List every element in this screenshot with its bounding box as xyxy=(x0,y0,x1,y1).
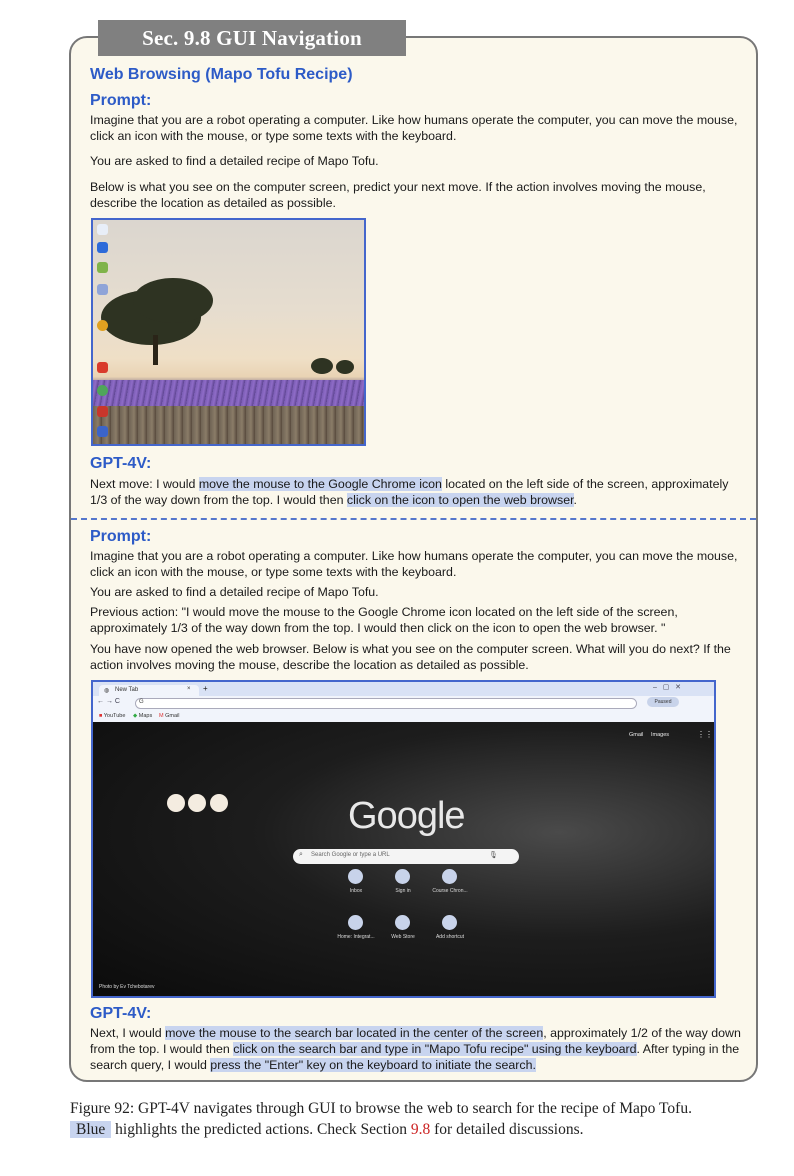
figure-caption: Figure 92: GPT-4V navigates through GUI … xyxy=(70,1100,692,1138)
prompt2-paragraph-3: Previous action: "I would move the mouse… xyxy=(90,605,678,635)
shortcut-icon[interactable] xyxy=(348,869,363,884)
google-logo: Google xyxy=(348,795,466,837)
photo-credit[interactable]: Photo by Ev Tchebotarev xyxy=(99,984,155,990)
bookmarks-bar: ■ YouTube ◆ Maps M Gmail xyxy=(93,710,714,722)
add-shortcut-icon[interactable] xyxy=(442,915,457,930)
shortcut-label: Add shortcut xyxy=(435,934,465,940)
shortcut-label: Web Store xyxy=(391,934,415,940)
folder-icon[interactable] xyxy=(97,284,108,295)
window-controls[interactable]: – ▢ ✕ xyxy=(653,683,681,691)
globe-icon: ◍ xyxy=(104,688,110,694)
add-tab-icon[interactable]: + xyxy=(203,684,208,693)
gpt4v-answer-1: Next move: I would move the mouse to the… xyxy=(90,477,729,507)
section-header: Sec. 9.8 GUI Navigation xyxy=(98,20,406,56)
gmail-link[interactable]: Gmail xyxy=(629,732,643,738)
shortcut-label: Sign in xyxy=(395,888,411,894)
prompt-heading-1: Prompt: xyxy=(90,92,152,109)
app-icon[interactable] xyxy=(97,262,108,273)
new-tab[interactable]: ◍ New Tab × xyxy=(99,685,199,696)
shortcut-icon[interactable] xyxy=(348,915,363,930)
apps-grid-icon[interactable]: ⋮⋮ xyxy=(697,730,713,739)
gpt4v-heading-2: GPT-4V: xyxy=(90,1005,152,1022)
gpt4v-heading-1: GPT-4V: xyxy=(90,455,152,472)
bookmark-maps[interactable]: ◆ Maps xyxy=(133,713,152,719)
bookmark-gmail[interactable]: M Gmail xyxy=(159,713,180,719)
app-icon[interactable] xyxy=(97,426,108,437)
shortcut-label: Course Chron... xyxy=(432,888,468,894)
divider xyxy=(71,518,756,520)
close-tab-icon[interactable]: × xyxy=(187,686,191,692)
gpt4v-answer-2: Next, I would move the mouse to the sear… xyxy=(90,1026,741,1072)
prompt2-paragraph-1: Imagine that you are a robot operating a… xyxy=(90,549,738,579)
section-reference-link[interactable]: 9.8 xyxy=(411,1121,430,1138)
zoom-icon[interactable] xyxy=(97,242,108,253)
chrome-icon[interactable] xyxy=(97,320,108,331)
shortcut-icon[interactable] xyxy=(442,869,457,884)
shortcut-label: Home: Integrat... xyxy=(337,934,375,940)
caption-blue-highlight: Blue xyxy=(70,1121,112,1138)
search-placeholder: Search Google or type a URL xyxy=(311,852,390,858)
images-link[interactable]: Images xyxy=(651,732,669,738)
address-bar: ← → C G Paused xyxy=(93,696,714,710)
bookmark-youtube[interactable]: ■ YouTube xyxy=(99,713,125,719)
profile-chip[interactable]: Paused xyxy=(647,697,679,707)
prompt1-paragraph-3: Below is what you see on the computer sc… xyxy=(90,180,706,210)
microphone-icon[interactable]: 🎙 xyxy=(489,851,498,859)
google-search-bar[interactable]: ⌕ Search Google or type a URL 🎙 xyxy=(293,849,519,864)
tab-bar: ◍ New Tab × + – ▢ ✕ xyxy=(93,682,714,696)
shortcut-icon[interactable] xyxy=(395,869,410,884)
tab-title: New Tab xyxy=(115,687,139,693)
prompt1-paragraph-1: Imagine that you are a robot operating a… xyxy=(90,113,738,143)
desktop-screenshot xyxy=(91,218,366,446)
omnibox[interactable]: G xyxy=(135,698,637,709)
search-icon: ⌕ xyxy=(299,851,303,858)
recycle-bin-icon[interactable] xyxy=(97,224,108,235)
nav-arrows-icon[interactable]: ← → C xyxy=(97,698,120,705)
browser-screenshot: ◍ New Tab × + – ▢ ✕ ← → C G Paused ■ You… xyxy=(91,680,716,998)
prompt2-paragraph-4: You have now opened the web browser. Bel… xyxy=(90,642,731,672)
task-title: Web Browsing (Mapo Tofu Recipe) xyxy=(90,66,353,83)
prompt-heading-2: Prompt: xyxy=(90,528,152,545)
prompt1-paragraph-2: You are asked to find a detailed recipe … xyxy=(90,154,379,168)
shortcut-icon[interactable] xyxy=(395,915,410,930)
prompt2-paragraph-2: You are asked to find a detailed recipe … xyxy=(90,585,379,599)
app-icon[interactable] xyxy=(97,385,108,396)
app-icon[interactable] xyxy=(97,362,108,373)
pdf-icon[interactable] xyxy=(97,406,108,417)
shortcut-label: Inbox xyxy=(349,888,363,894)
